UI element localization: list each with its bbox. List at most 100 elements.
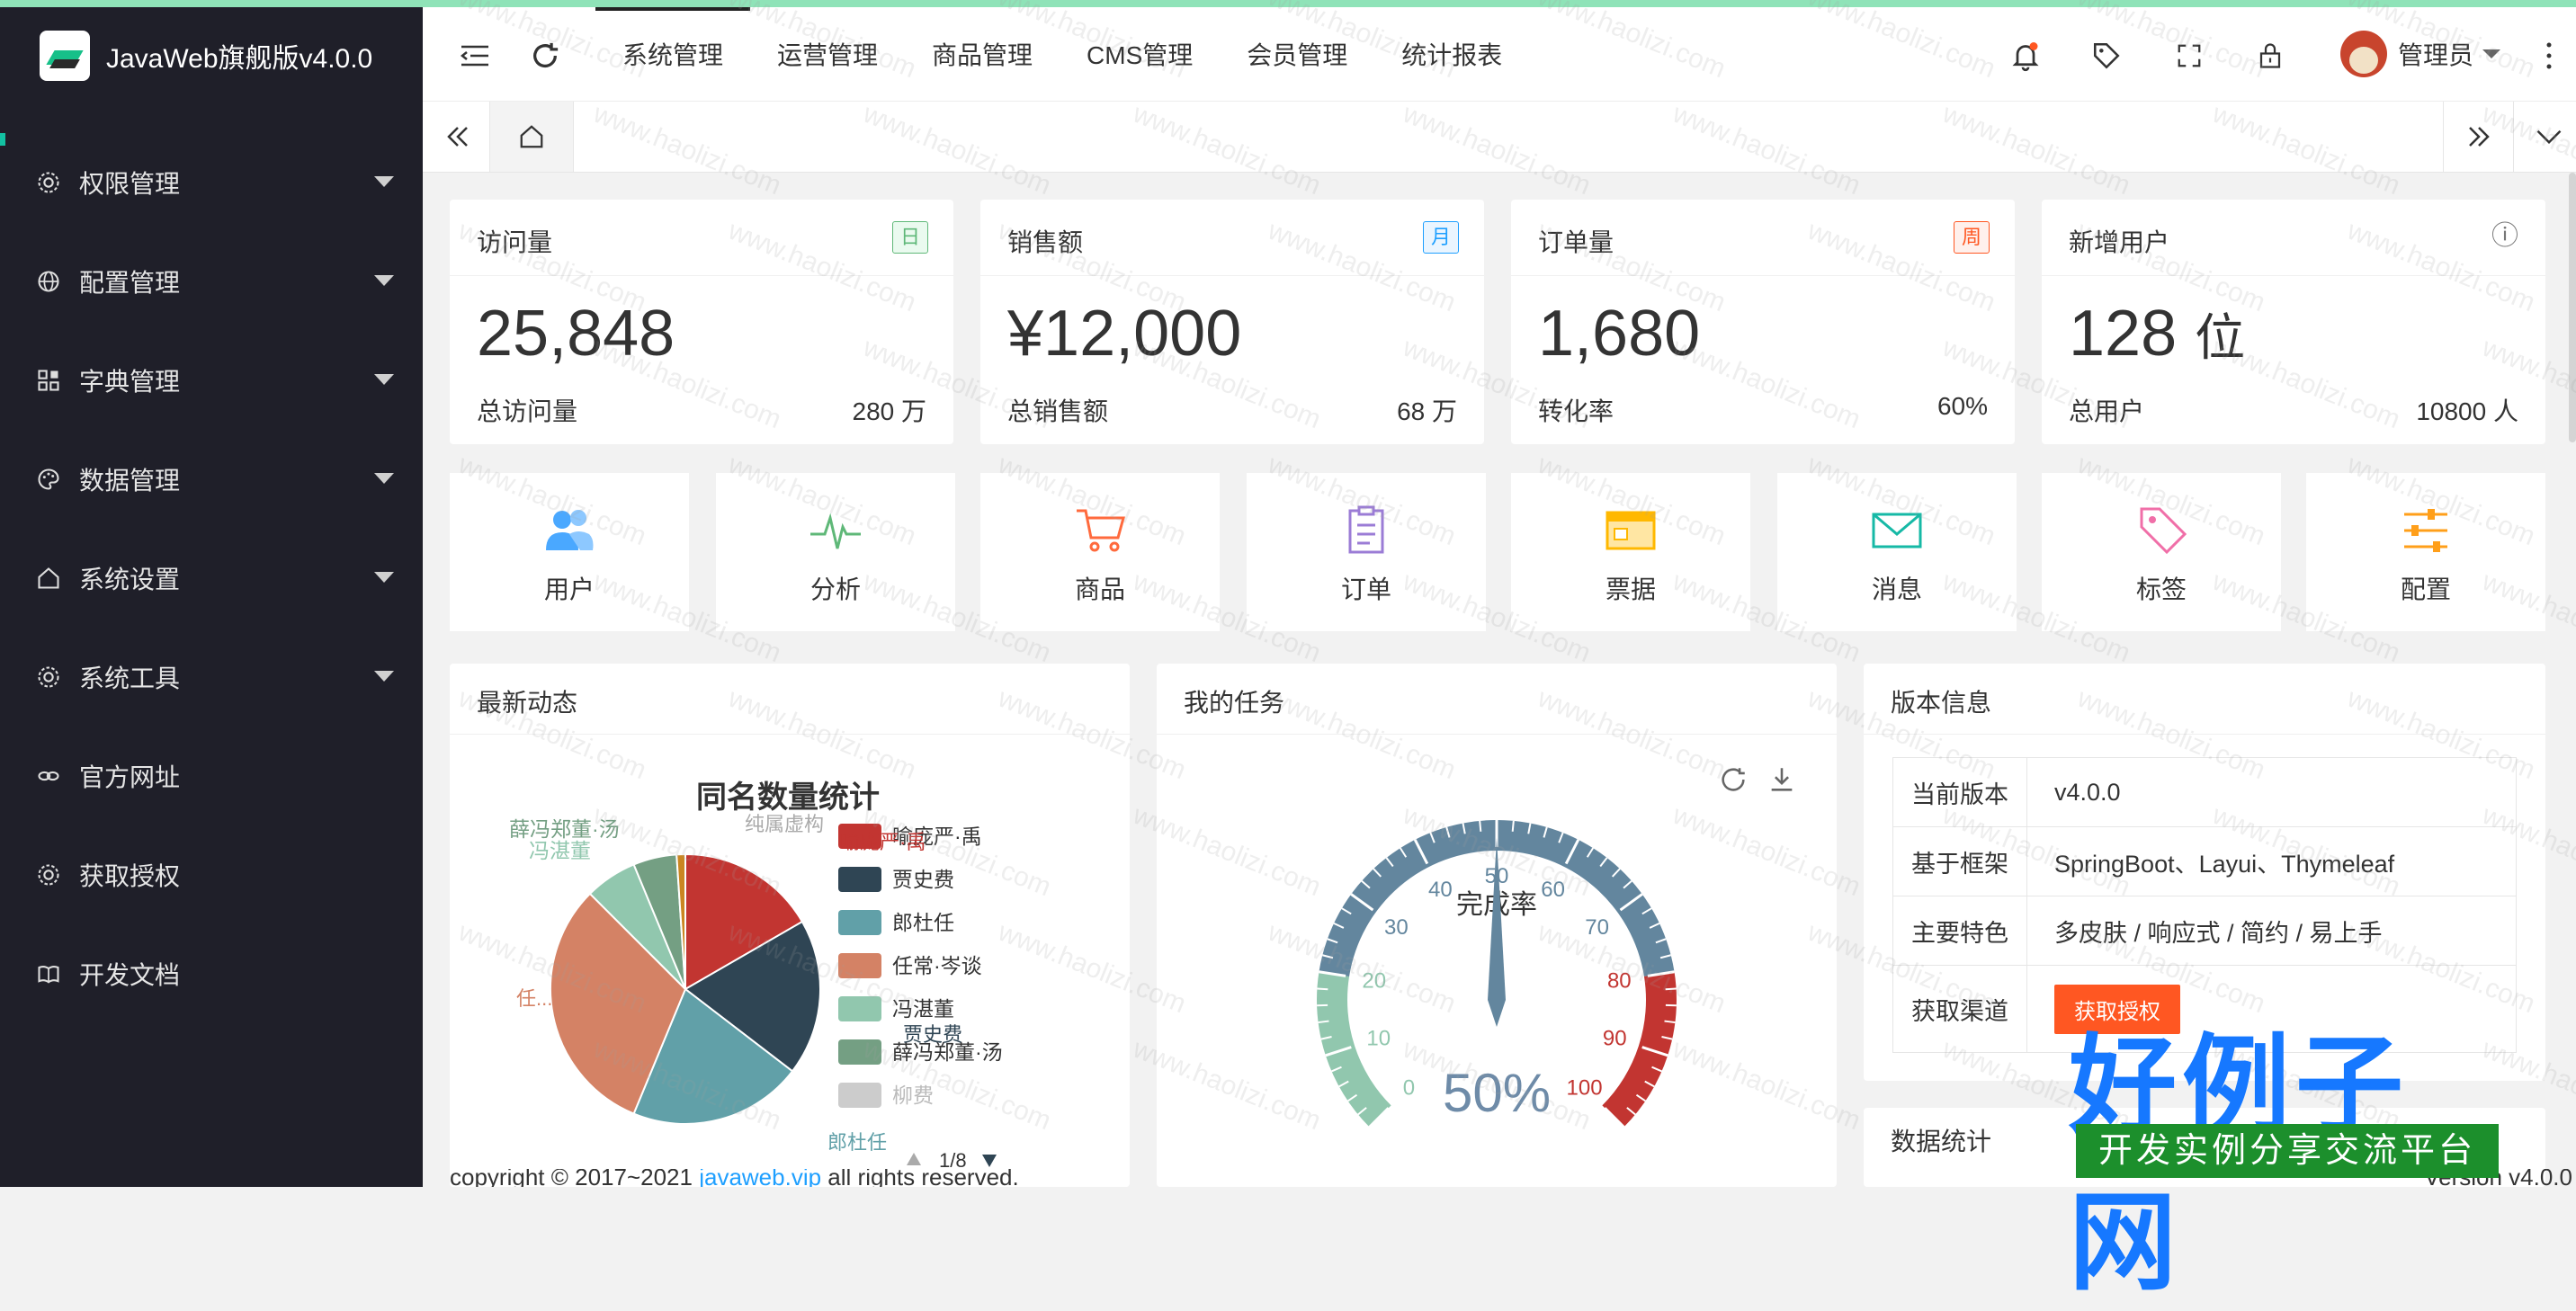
ticket-icon xyxy=(1604,505,1658,556)
get-license-button[interactable]: 获取授权 xyxy=(2054,985,2180,1034)
users-icon xyxy=(542,505,596,556)
legend-item[interactable]: 贾史费 xyxy=(892,868,954,891)
legend-swatch xyxy=(838,910,881,935)
stat-foot-label: 总销售额 xyxy=(1007,392,1108,428)
sidebar-item-system-tools[interactable]: 系统工具 xyxy=(0,628,423,727)
pie-outer-label: 喻庞严·禹 xyxy=(840,831,926,853)
tag-icon xyxy=(2134,505,2188,556)
pie-outer-label: 贾史费 xyxy=(903,1023,962,1046)
gauge-tick xyxy=(1666,988,1677,989)
legend-item[interactable]: 任常·岑谈 xyxy=(892,954,982,977)
sidebar-item-dictionary[interactable]: 字典管理 xyxy=(0,331,423,430)
book-icon xyxy=(36,961,61,986)
quick-link-products[interactable]: 商品 xyxy=(980,473,1220,631)
mail-icon xyxy=(1870,505,1924,556)
gauge-chart: 0102030405060708090100 完成率 50% xyxy=(1157,734,1837,1187)
legend-next-icon[interactable] xyxy=(982,1155,997,1167)
panel-version-info: 版本信息 当前版本 v4.0.0 基于框架 SpringBoot、Layui、T… xyxy=(1864,664,2545,1081)
stat-value: 1,680 xyxy=(1538,297,1700,370)
pie-outer-label: 任... xyxy=(516,987,552,1010)
nav-member[interactable]: 会员管理 xyxy=(1220,7,1374,101)
panel-my-tasks: 我的任务 0102030405060708090100 完成率 50% xyxy=(1157,664,1837,1187)
tab-menu-chevron-icon[interactable] xyxy=(2513,102,2576,172)
stat-title: 订单量 xyxy=(1538,223,1614,259)
legend-swatch xyxy=(838,1039,881,1065)
stat-title: 新增用户 xyxy=(2069,223,2169,259)
sidebar-item-data[interactable]: 数据管理 xyxy=(0,430,423,529)
quick-link-tickets[interactable]: 票据 xyxy=(1511,473,1750,631)
legend-swatch xyxy=(838,996,881,1021)
pie-outer-label: 郎杜任 xyxy=(827,1131,887,1154)
nav-operation[interactable]: 运营管理 xyxy=(750,7,905,101)
stat-value: 128 位 xyxy=(2069,297,2245,370)
tab-scroll-left-icon[interactable] xyxy=(423,102,493,172)
gauge-tick-label: 10 xyxy=(1366,1027,1391,1051)
legend-item[interactable]: 柳费 xyxy=(892,1084,934,1107)
nav-cms[interactable]: CMS管理 xyxy=(1060,7,1220,101)
chevron-down-icon xyxy=(374,671,394,682)
more-vertical-icon[interactable] xyxy=(2522,29,2576,83)
analytics-icon xyxy=(809,505,863,556)
user-menu[interactable]: 管理员 xyxy=(2340,7,2502,101)
legend-prev-icon[interactable] xyxy=(907,1153,921,1165)
chevron-down-icon xyxy=(2481,48,2502,60)
tab-scroll-right-icon[interactable] xyxy=(2443,102,2514,172)
gauge-tick xyxy=(1317,988,1328,989)
stat-foot-value: 10800 人 xyxy=(2416,392,2518,428)
stat-title: 访问量 xyxy=(477,223,552,259)
gauge-tick-label: 80 xyxy=(1607,968,1632,993)
chevron-down-icon xyxy=(374,275,394,286)
app-grid-icon xyxy=(36,368,61,393)
order-icon xyxy=(1339,505,1393,556)
stat-card-new-users: 新增用户 ⓘ 128 位 总用户 10800 人 xyxy=(2042,200,2545,444)
nav-system[interactable]: 系统管理 xyxy=(595,7,750,101)
menu-toggle-icon[interactable] xyxy=(448,29,502,83)
gauge-tick-label: 0 xyxy=(1403,1076,1415,1101)
table-row: 当前版本 v4.0.0 xyxy=(1893,758,2517,827)
sidebar-item-label: 系统设置 xyxy=(79,560,180,596)
panel-title: 我的任务 xyxy=(1184,683,1284,719)
gear-icon xyxy=(36,170,61,195)
quick-link-settings[interactable]: 配置 xyxy=(2306,473,2545,631)
chevron-down-icon xyxy=(374,176,394,187)
sidebar-item-dev-docs[interactable]: 开发文档 xyxy=(0,924,423,1023)
legend-swatch xyxy=(838,1083,881,1108)
tag-icon[interactable] xyxy=(2080,29,2133,83)
quick-link-users[interactable]: 用户 xyxy=(450,473,689,631)
fullscreen-icon[interactable] xyxy=(2162,29,2216,83)
sidebar-item-label: 配置管理 xyxy=(79,263,180,299)
footer-link[interactable]: javaweb.vip xyxy=(699,1169,821,1187)
sidebar-item-config[interactable]: 配置管理 xyxy=(0,232,423,331)
quick-link-analytics[interactable]: 分析 xyxy=(716,473,955,631)
tab-home[interactable] xyxy=(489,102,574,172)
sliders-icon xyxy=(2399,505,2453,556)
home-icon xyxy=(518,123,545,150)
panel-title: 版本信息 xyxy=(1891,683,1991,719)
app-logo[interactable]: JavaWeb旗舰版v4.0.0 xyxy=(0,7,423,104)
bell-icon[interactable] xyxy=(1999,29,2053,83)
quick-link-tags[interactable]: 标签 xyxy=(2042,473,2281,631)
legend-item[interactable]: 冯湛董 xyxy=(892,997,954,1021)
sidebar-item-get-license[interactable]: 获取授权 xyxy=(0,825,423,924)
stat-badge: 月 xyxy=(1423,221,1459,254)
top-nav: 系统管理 运营管理 商品管理 CMS管理 会员管理 统计报表 xyxy=(595,7,1529,101)
gear-icon xyxy=(36,664,61,690)
info-icon[interactable]: ⓘ xyxy=(2484,221,2526,252)
chevron-down-icon xyxy=(374,572,394,583)
legend-item[interactable]: 郎杜任 xyxy=(892,911,954,934)
sidebar-item-permission[interactable]: 权限管理 xyxy=(0,133,423,232)
quick-link-orders[interactable]: 订单 xyxy=(1247,473,1486,631)
page-scrollbar[interactable] xyxy=(2569,173,2576,442)
legend-swatch xyxy=(838,953,881,978)
quick-link-messages[interactable]: 消息 xyxy=(1777,473,2017,631)
sidebar-item-system-settings[interactable]: 系统设置 xyxy=(0,529,423,628)
lock-icon[interactable] xyxy=(2243,29,2297,83)
sidebar-item-official-site[interactable]: 官方网址 xyxy=(0,727,423,825)
chevron-down-icon xyxy=(374,374,394,385)
panel-title: 数据统计 xyxy=(1891,1122,1991,1158)
panel-latest-news: 最新动态 同名数量统计 喻庞严·禹贾史费郎杜任任常·岑谈冯湛董薛冯郑董·汤柳费 … xyxy=(450,664,1130,1187)
nav-report[interactable]: 统计报表 xyxy=(1374,7,1529,101)
refresh-icon[interactable] xyxy=(518,29,572,83)
home-icon xyxy=(36,566,61,591)
nav-product[interactable]: 商品管理 xyxy=(905,7,1060,101)
